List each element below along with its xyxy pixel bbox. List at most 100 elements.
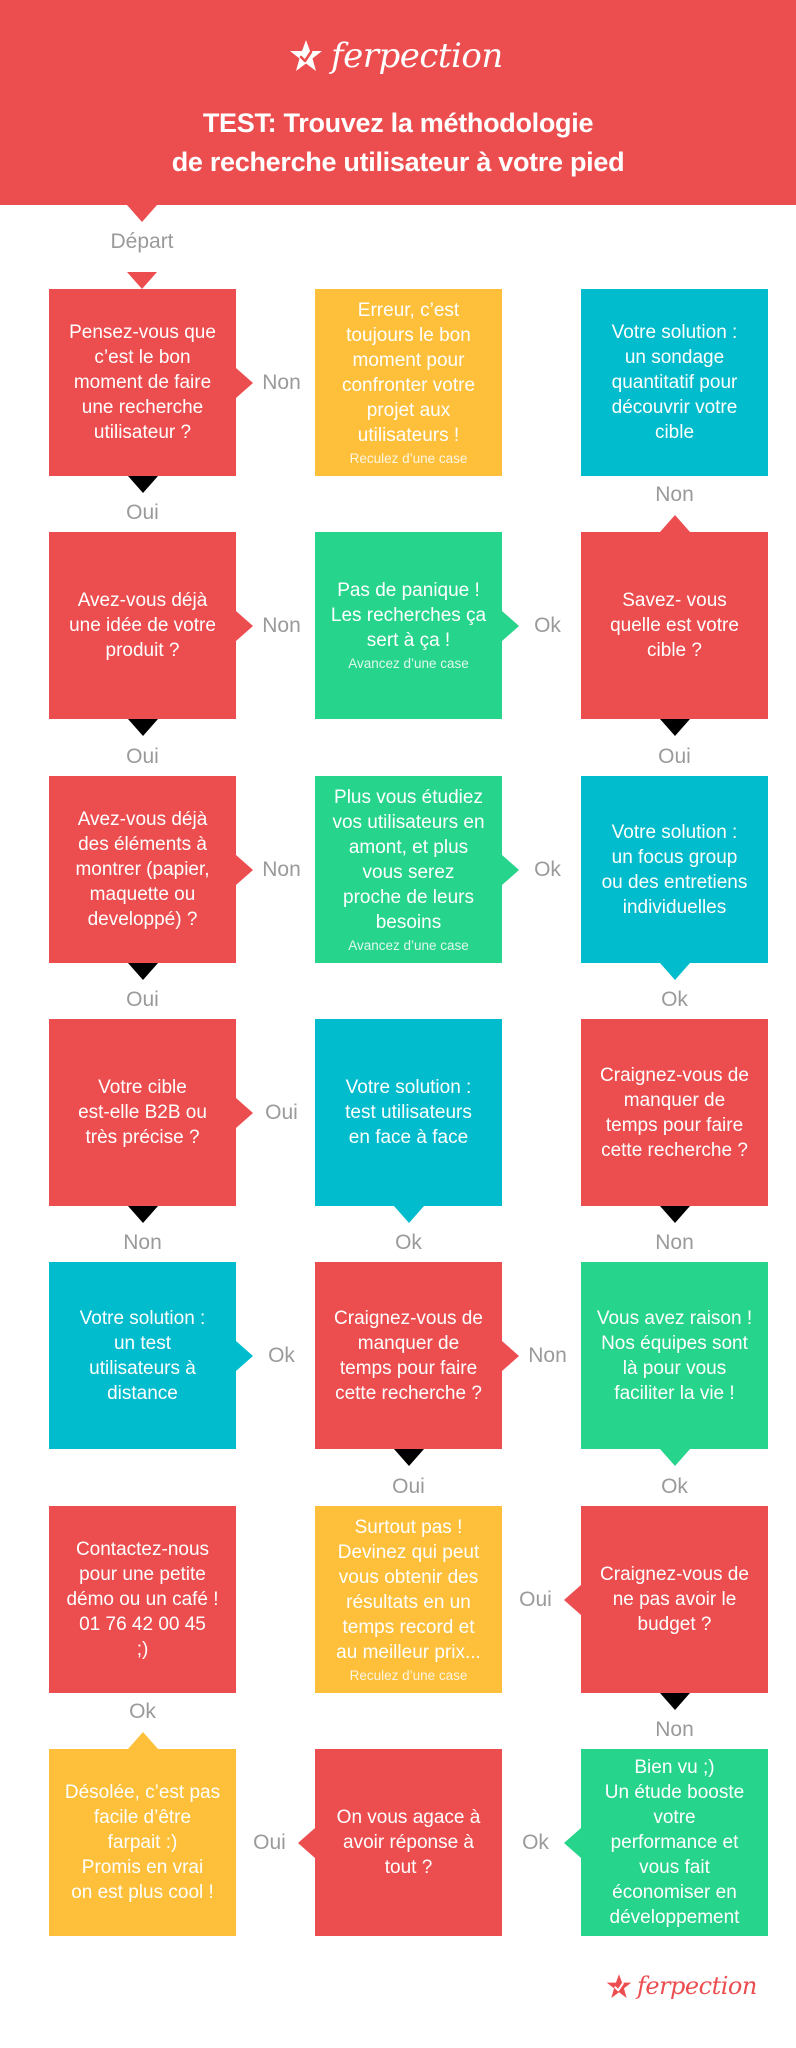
arrow-right-icon <box>236 1340 253 1371</box>
header-arrow-down-icon <box>127 205 157 222</box>
node-note: Avancez d’une case <box>348 656 469 671</box>
arrow-down-icon <box>393 1449 424 1466</box>
arrow-up-icon <box>127 1732 158 1749</box>
flow-node-question: Craignez-vous de manquer de temps pour f… <box>581 1019 768 1206</box>
flow-node-question: Craignez-vous de manquer de temps pour f… <box>315 1262 502 1449</box>
edge-label: Oui <box>392 1474 425 1498</box>
node-text: Votre solution : un sondage quantitatif … <box>611 322 738 443</box>
flow-node-solution: Votre solution : un test utilisateurs à … <box>49 1262 236 1449</box>
node-text: Avez-vous déjà une idée de votre produit… <box>69 590 216 661</box>
edge-label: Oui <box>265 1100 298 1124</box>
edge-label: Non <box>262 613 301 637</box>
arrow-down-icon <box>659 1449 690 1466</box>
edge-label: Oui <box>658 744 691 768</box>
edge-label: Ok <box>534 613 561 637</box>
arrow-down-icon <box>127 476 158 493</box>
node-text: Pensez-vous que c’est le bon moment de f… <box>69 322 216 443</box>
node-text: Craignez-vous de manquer de temps pour f… <box>600 1064 749 1161</box>
flow-node-solution: Votre solution : un sondage quantitatif … <box>581 289 768 476</box>
node-text: Bien vu ;) Un étude booste votre perform… <box>604 1757 745 1928</box>
page-title: TEST: Trouvez la méthodologie de recherc… <box>0 104 796 182</box>
arrow-down-icon <box>127 963 158 980</box>
arrow-right-icon <box>236 854 253 885</box>
node-text: Craignez-vous de ne pas avoir le budget … <box>600 1564 749 1635</box>
arrow-down-icon <box>659 1206 690 1223</box>
flow-node-question: Savez- vous quelle est votre cible ? <box>581 532 768 719</box>
edge-label: Non <box>262 370 301 394</box>
node-note: Avancez d’une case <box>348 937 469 953</box>
edge-label: Non <box>262 857 301 881</box>
star-check-icon <box>290 40 322 71</box>
flow-node-question: Craignez-vous de ne pas avoir le budget … <box>581 1506 768 1693</box>
node-text: On vous agace à avoir réponse à tout ? <box>336 1807 481 1878</box>
flow-node-tip: Vous avez raison ! Nos équipes sont là p… <box>581 1262 768 1449</box>
edge-label: Oui <box>253 1830 286 1854</box>
node-text: Contactez-nous pour une petite démo ou u… <box>66 1539 219 1660</box>
node-text: Craignez-vous de manquer de temps pour f… <box>334 1307 483 1404</box>
brand-name: ferpection <box>331 36 503 76</box>
edge-label: Ok <box>268 1343 295 1367</box>
node-note: Reculez d’une case <box>349 1667 468 1683</box>
edge-label: Ok <box>395 1231 422 1254</box>
node-text: Pas de panique ! Les recherches ça sert … <box>330 580 487 651</box>
arrow-down-icon <box>659 719 690 736</box>
edge-label: Non <box>655 483 694 506</box>
node-text: Savez- vous quelle est votre cible ? <box>610 590 739 661</box>
flow-node-tip: Pas de panique ! Les recherches ça sert … <box>315 532 502 719</box>
edge-label: Oui <box>126 744 159 768</box>
flow-node-error: Erreur, c’est toujours le bon moment pou… <box>315 289 502 476</box>
edge-label: Oui <box>519 1587 552 1611</box>
edge-label: Oui <box>126 501 159 524</box>
node-text: Votre cible est-elle B2B ou très précise… <box>78 1077 207 1148</box>
arrow-left-icon <box>564 1584 581 1615</box>
edge-label: Non <box>655 1718 694 1741</box>
flow-node-solution: Votre solution : un focus group ou des e… <box>581 776 768 963</box>
arrow-right-icon <box>236 367 253 398</box>
edge-label: Ok <box>129 1700 156 1723</box>
arrow-up-icon <box>659 515 690 532</box>
title-line-2: de recherche utilisateur à votre pied <box>171 147 625 177</box>
arrow-right-icon <box>502 1340 519 1371</box>
edge-label: Ok <box>661 1474 688 1498</box>
flow-node-question: Pensez-vous que c’est le bon moment de f… <box>49 289 236 476</box>
flow-node-question: Avez-vous déjà une idée de votre produit… <box>49 532 236 719</box>
header-banner: ferpection TEST: Trouvez la méthodologie… <box>0 0 796 205</box>
flow-node-error: Désolée, c’est pas facile d’être farpait… <box>49 1749 236 1936</box>
edge-label: Ok <box>522 1830 549 1854</box>
node-text: Surtout pas ! Devinez qui peut vous obte… <box>336 1516 481 1663</box>
edge-label: Ok <box>534 857 561 881</box>
arrow-down-icon <box>659 1693 690 1710</box>
start-label: Départ <box>110 230 174 253</box>
node-text: Désolée, c’est pas facile d’être farpait… <box>64 1782 221 1903</box>
edge-label: Non <box>528 1343 567 1367</box>
brand-logo: ferpection <box>289 36 503 76</box>
node-text: Votre solution : test utilisateurs en fa… <box>345 1077 472 1148</box>
arrow-right-icon <box>236 1097 253 1128</box>
flow-node-question: Contactez-nous pour une petite démo ou u… <box>49 1506 236 1693</box>
edge-label: Non <box>123 1231 162 1254</box>
arrow-down-icon <box>127 719 158 736</box>
node-text: Avez-vous déjà des éléments à montrer (p… <box>75 809 210 930</box>
star-check-icon <box>606 1973 632 1998</box>
flow-node-question: Votre cible est-elle B2B ou très précise… <box>49 1019 236 1206</box>
arrow-down-icon <box>659 963 690 980</box>
arrow-left-icon <box>564 1827 581 1858</box>
arrow-right-icon <box>236 610 253 641</box>
footer-brand-name: ferpection <box>637 1972 757 2000</box>
flow-node-question: Avez-vous déjà des éléments à montrer (p… <box>49 776 236 963</box>
arrow-right-icon <box>502 854 519 885</box>
arrow-left-icon <box>298 1827 315 1858</box>
edge-label: Oui <box>126 988 159 1011</box>
flow-node-tip: Plus vous étudiez vos utilisateurs en am… <box>315 776 502 963</box>
start-arrow-down-icon <box>127 272 157 289</box>
node-text: Votre solution : un test utilisateurs à … <box>79 1307 206 1404</box>
edge-label: Non <box>655 1231 694 1254</box>
arrow-down-icon <box>393 1206 424 1223</box>
node-note: Reculez d’une case <box>349 450 468 466</box>
flow-node-question: On vous agace à avoir réponse à tout ? <box>315 1749 502 1936</box>
node-text: Vous avez raison ! Nos équipes sont là p… <box>596 1307 753 1404</box>
footer-logo: ferpection <box>606 1972 757 2000</box>
node-text: Votre solution : un focus group ou des e… <box>601 821 748 918</box>
node-text: Erreur, c’est toujours le bon moment pou… <box>341 299 476 446</box>
arrow-down-icon <box>127 1206 158 1223</box>
